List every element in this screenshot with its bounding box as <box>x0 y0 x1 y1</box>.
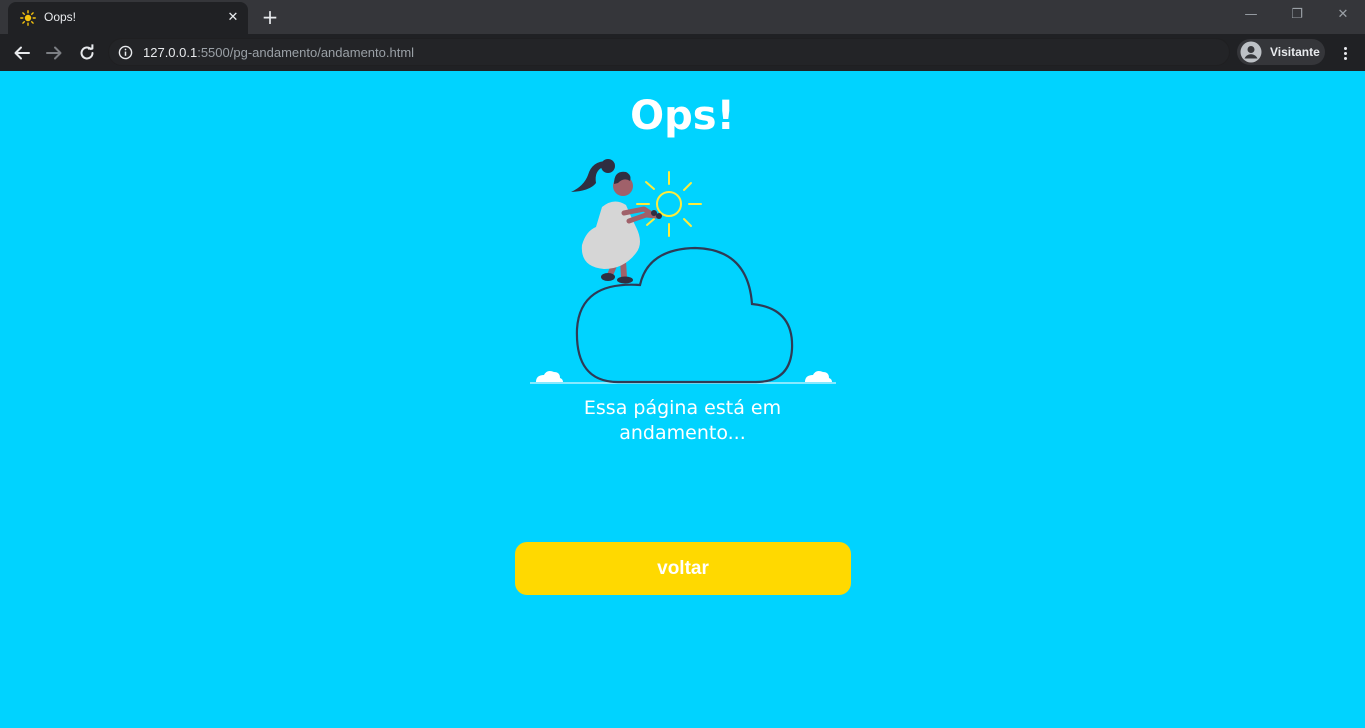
reload-button[interactable] <box>74 40 100 66</box>
back-button[interactable] <box>9 40 35 66</box>
minimize-button[interactable]: — <box>1237 4 1265 26</box>
sun-icon <box>636 171 702 237</box>
tab-strip: Oops! ✕ + — ❐ ✕ <box>0 0 1365 34</box>
forward-button[interactable] <box>41 40 67 66</box>
url-host: 127.0.0.1 <box>143 45 198 60</box>
page-title: Ops! <box>630 93 735 139</box>
profile-label: Visitante <box>1270 45 1320 59</box>
small-cloud-right <box>805 371 832 382</box>
tab-title: Oops! <box>44 10 77 24</box>
back-arrow-icon <box>14 46 30 60</box>
address-bar[interactable]: 127.0.0.1:5500/pg-andamento/andamento.ht… <box>108 38 1230 66</box>
back-button-voltar[interactable]: voltar <box>515 542 851 595</box>
reload-icon <box>80 44 94 60</box>
tab-close-button[interactable]: ✕ <box>224 9 242 27</box>
new-tab-button[interactable]: + <box>259 6 281 28</box>
page-content: Ops! Essa página está em andamento... vo… <box>0 71 1365 728</box>
info-icon[interactable] <box>118 45 133 60</box>
status-message: Essa página está em andamento... <box>583 397 782 444</box>
forward-arrow-icon <box>46 46 62 60</box>
woman-hanging-sun-illustration <box>530 159 836 384</box>
browser-tab[interactable]: Oops! ✕ <box>8 2 248 34</box>
browser-toolbar: 127.0.0.1:5500/pg-andamento/andamento.ht… <box>0 34 1365 71</box>
profile-button[interactable]: Visitante <box>1237 39 1325 65</box>
url-path: :5500/pg-andamento/andamento.html <box>197 45 415 60</box>
kebab-menu-icon[interactable] <box>1333 40 1357 66</box>
small-cloud-left <box>536 371 563 382</box>
avatar-icon <box>1240 41 1262 63</box>
restore-button[interactable]: ❐ <box>1283 4 1311 26</box>
sun-favicon-icon <box>20 10 36 26</box>
url-text: 127.0.0.1:5500/pg-andamento/andamento.ht… <box>143 45 414 60</box>
close-window-button[interactable]: ✕ <box>1329 4 1357 26</box>
